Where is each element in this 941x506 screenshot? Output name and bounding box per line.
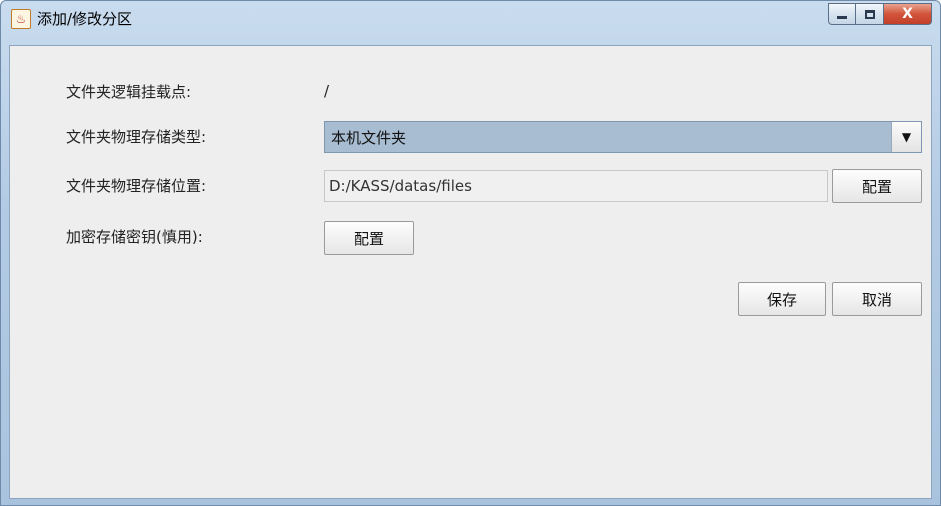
maximize-icon (864, 9, 875, 19)
title-bar[interactable]: ♨ 添加/修改分区 X (1, 1, 940, 45)
minimize-icon (837, 15, 847, 19)
triangle-down-icon: ▼ (901, 130, 912, 144)
mount-point-label: 文件夹逻辑挂载点: (66, 83, 192, 101)
storage-type-select[interactable]: 本机文件夹 ▼ (324, 121, 922, 153)
cancel-button[interactable]: 取消 (832, 282, 922, 316)
dropdown-button[interactable]: ▼ (891, 122, 921, 152)
window-controls: X (828, 3, 932, 25)
storage-location-config-button[interactable]: 配置 (832, 169, 922, 203)
save-button[interactable]: 保存 (738, 282, 826, 316)
minimize-button[interactable] (828, 3, 856, 25)
storage-type-label: 文件夹物理存储类型: (66, 128, 207, 146)
storage-location-label: 文件夹物理存储位置: (66, 177, 207, 195)
storage-location-value: D:/KASS/datas/files (329, 177, 472, 195)
window-title: 添加/修改分区 (37, 10, 133, 28)
encryption-key-config-button[interactable]: 配置 (324, 221, 414, 255)
mount-point-value: / (324, 82, 330, 100)
java-cup-icon: ♨ (11, 9, 31, 29)
dialog-content: 文件夹逻辑挂载点: / 文件夹物理存储类型: 本机文件夹 ▼ 文件夹物理存储位置… (9, 45, 932, 499)
storage-location-field[interactable]: D:/KASS/datas/files (324, 170, 828, 202)
dialog-window: ♨ 添加/修改分区 X 文件夹逻辑挂载点: / 文件夹物理存储类型: 本机文件夹… (0, 0, 941, 506)
close-button[interactable]: X (884, 3, 932, 25)
close-icon: X (902, 6, 913, 22)
storage-type-selected: 本机文件夹 (331, 129, 407, 147)
maximize-button[interactable] (856, 3, 884, 25)
encryption-key-label: 加密存储密钥(慎用): (66, 228, 203, 246)
